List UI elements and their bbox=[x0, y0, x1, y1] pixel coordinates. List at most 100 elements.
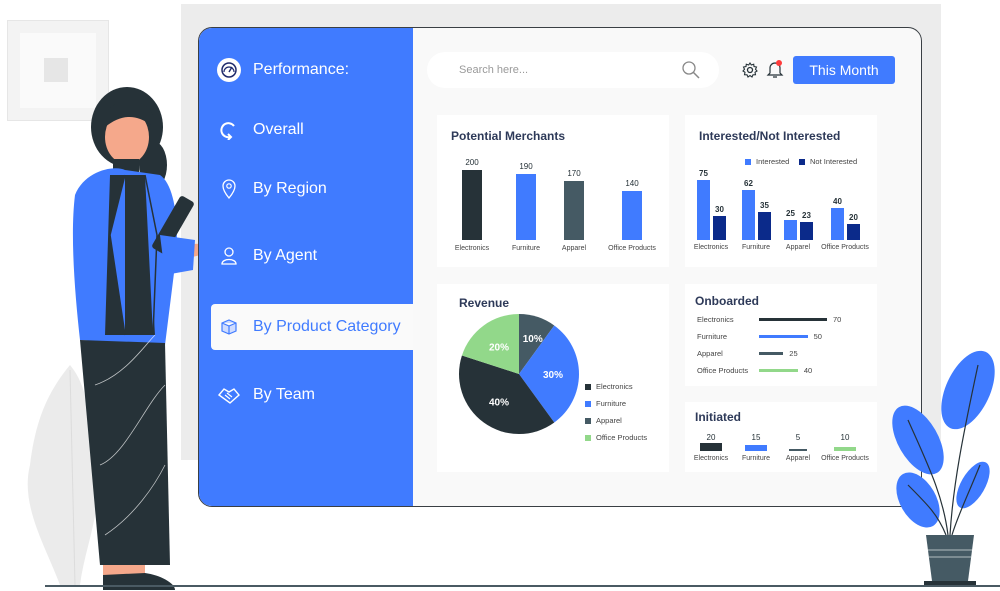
legend-swatch bbox=[799, 158, 805, 165]
card-title: Potential Merchants bbox=[451, 129, 566, 143]
legend-swatch bbox=[745, 158, 751, 165]
plant-illustration bbox=[892, 350, 995, 586]
row-label: Office Products bbox=[697, 365, 749, 375]
bar-furniture bbox=[745, 445, 767, 451]
x-tick-label: Apparel bbox=[561, 245, 587, 252]
legend-item: Furniture bbox=[585, 399, 626, 408]
sidebar-item-label: Overall bbox=[253, 121, 304, 138]
data-label: 5 bbox=[795, 433, 801, 442]
data-label: 170 bbox=[567, 168, 581, 178]
bar-electronics bbox=[462, 170, 482, 240]
box-icon bbox=[217, 315, 241, 339]
data-label: 62 bbox=[744, 179, 753, 189]
sidebar-item-overall[interactable]: Overall bbox=[211, 108, 413, 152]
data-label: 20 bbox=[849, 213, 858, 222]
refresh-icon bbox=[217, 118, 241, 142]
sidebar-item-by-region[interactable]: By Region bbox=[211, 167, 413, 211]
search-bar bbox=[427, 52, 719, 88]
gear-icon[interactable] bbox=[741, 61, 759, 79]
bell-icon[interactable] bbox=[766, 59, 784, 78]
legend-not-interested: Not Interested bbox=[799, 157, 857, 166]
pie-slice-label: 10% bbox=[523, 334, 543, 345]
pie-slice-label: 30% bbox=[543, 370, 563, 381]
dashboard-window: Performance: Overall By Region By Agent bbox=[198, 27, 922, 507]
x-tick-label: Office Products bbox=[821, 244, 869, 251]
data-label: 20 bbox=[706, 433, 716, 442]
data-label: 50 bbox=[813, 331, 822, 341]
speedometer-icon bbox=[217, 58, 241, 82]
bar-interested bbox=[784, 220, 797, 240]
card-title: Interested/Not Interested bbox=[699, 129, 841, 143]
data-label: 140 bbox=[625, 179, 639, 188]
data-label: 40 bbox=[833, 197, 842, 206]
data-label: 190 bbox=[519, 161, 533, 171]
data-label: 75 bbox=[699, 169, 708, 178]
revenue-card: Revenue 10% 30% 40% 20% Electronics Furnitur… bbox=[437, 284, 669, 472]
hbar bbox=[759, 351, 784, 355]
initiated-card: Initiated 20 Electronics 15 Furniture 5 Appar… bbox=[685, 402, 877, 472]
legend-label: Furniture bbox=[596, 399, 627, 408]
legend-label: Not Interested bbox=[810, 157, 858, 166]
sidebar-item-by-product-category[interactable]: By Product Category bbox=[211, 304, 413, 350]
pie-slice-label: 40% bbox=[489, 398, 509, 409]
legend-item: Electronics bbox=[585, 382, 633, 391]
onboarded-card: Onboarded Electronics 70 Furniture 50 Appare… bbox=[685, 284, 877, 386]
potential-merchants-card: Potential Merchants 200 Electronics 190 Fur… bbox=[437, 115, 669, 267]
hbar bbox=[759, 317, 827, 321]
search-input[interactable] bbox=[459, 64, 659, 76]
notification-dot bbox=[776, 60, 782, 66]
sidebar-item-by-agent[interactable]: By Agent bbox=[211, 234, 413, 278]
sidebar-item-label: By Region bbox=[253, 180, 327, 197]
data-label: 10 bbox=[840, 433, 850, 442]
hbar bbox=[759, 334, 808, 338]
legend-swatch bbox=[585, 383, 591, 390]
legend-label: Interested bbox=[756, 157, 790, 166]
data-label: 15 bbox=[751, 433, 761, 442]
pie-slice-label: 20% bbox=[489, 342, 509, 353]
bar-not-interested bbox=[713, 216, 726, 240]
hbar-row-electronics: Electronics 70 bbox=[697, 313, 841, 325]
card-title: Onboarded bbox=[695, 294, 760, 308]
data-label: 30 bbox=[715, 205, 724, 214]
legend-interested: Interested bbox=[745, 157, 789, 166]
legend-swatch bbox=[585, 400, 591, 407]
bar-not-interested bbox=[758, 212, 771, 240]
row-label: Apparel bbox=[697, 348, 723, 358]
handshake-icon bbox=[217, 383, 241, 407]
x-tick-label: Electronics bbox=[454, 245, 490, 252]
this-month-button[interactable]: This Month bbox=[793, 56, 895, 84]
bar-not-interested bbox=[800, 221, 813, 240]
hbar-row-apparel: Apparel 25 bbox=[697, 347, 798, 359]
hbar bbox=[759, 368, 798, 372]
bar-apparel bbox=[789, 449, 807, 451]
sidebar: Performance: Overall By Region By Agent bbox=[199, 28, 413, 506]
user-icon bbox=[217, 244, 241, 268]
data-label: 25 bbox=[789, 348, 798, 358]
search-icon[interactable] bbox=[681, 60, 701, 85]
legend-label: Office Products bbox=[596, 433, 648, 442]
row-label: Electronics bbox=[697, 314, 734, 324]
legend-swatch bbox=[585, 417, 591, 424]
card-title: Revenue bbox=[459, 296, 510, 310]
data-label: 70 bbox=[833, 314, 842, 324]
bar-not-interested bbox=[847, 224, 860, 240]
bar-furniture bbox=[516, 173, 536, 240]
bar-office-products bbox=[834, 447, 856, 451]
data-label: 200 bbox=[465, 158, 479, 167]
bar-electronics bbox=[700, 443, 722, 451]
hbar-row-office-products: Office Products 40 bbox=[697, 364, 812, 376]
data-label: 40 bbox=[803, 365, 813, 375]
interested-card: Interested/Not Interested Interested Not… bbox=[685, 115, 877, 267]
sidebar-header-label: Performance: bbox=[253, 61, 350, 78]
x-tick-label: Office Products bbox=[821, 455, 869, 462]
x-tick-label: Office Products bbox=[608, 245, 656, 252]
legend-label: Electronics bbox=[596, 382, 633, 391]
bar-interested bbox=[742, 190, 755, 240]
legend-label: Apparel bbox=[596, 416, 622, 425]
sidebar-item-by-team[interactable]: By Team bbox=[211, 373, 413, 417]
card-title: Initiated bbox=[695, 410, 742, 424]
legend-item: Apparel bbox=[585, 416, 622, 425]
map-pin-icon bbox=[217, 177, 241, 201]
data-label: 35 bbox=[760, 201, 769, 210]
bar-apparel bbox=[564, 180, 584, 240]
